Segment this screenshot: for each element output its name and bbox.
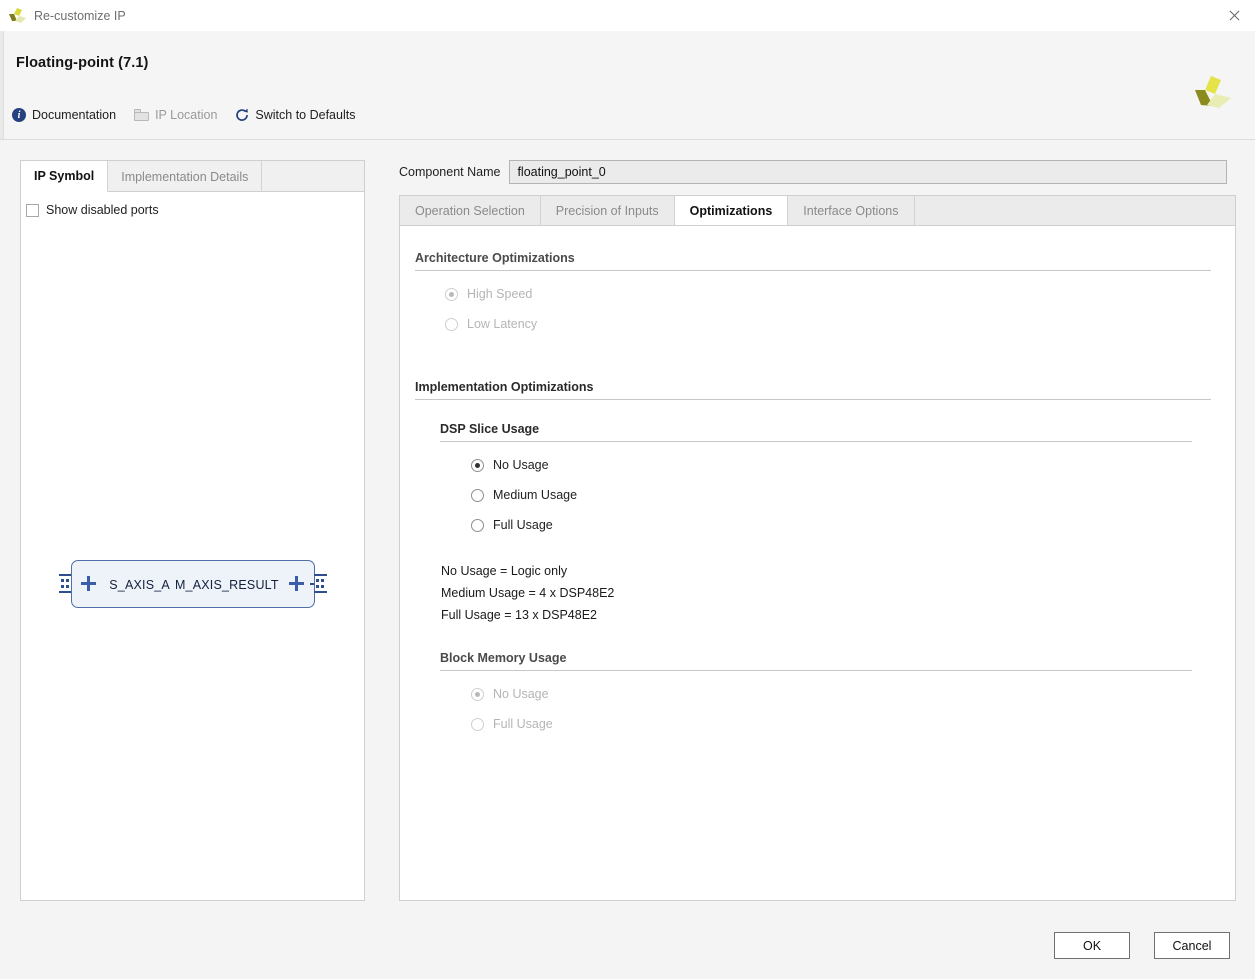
radio-dsp-no-usage-control[interactable] xyxy=(471,458,484,472)
tab-optimizations[interactable]: Optimizations xyxy=(674,196,789,226)
ip-header: Floating-point (7.1) i Documentation IP … xyxy=(0,31,1255,140)
configuration-tab-bar: Operation Selection Precision of Inputs … xyxy=(399,195,1236,226)
radio-bram-no-usage-label: No Usage xyxy=(493,687,549,701)
radio-high-speed[interactable]: High Speed xyxy=(445,287,532,301)
radio-low-latency-control[interactable] xyxy=(445,317,458,331)
implementation-section-rule xyxy=(415,399,1211,400)
ip-block-body: S_AXIS_A M_AXIS_RESULT xyxy=(71,560,315,608)
radio-high-speed-control[interactable] xyxy=(445,287,458,301)
ip-block-symbol: S_AXIS_A M_AXIS_RESULT xyxy=(57,560,329,608)
show-disabled-ports-row[interactable]: Show disabled ports xyxy=(26,203,159,217)
bus-connector-icon-output xyxy=(314,574,327,594)
radio-dsp-medium-usage-label: Medium Usage xyxy=(493,488,578,502)
radio-high-speed-label: High Speed xyxy=(467,287,533,301)
tab-operation-selection[interactable]: Operation Selection xyxy=(400,196,541,226)
component-name-row: Component Name floating_point_0 xyxy=(399,160,1228,184)
cancel-button[interactable]: Cancel xyxy=(1154,932,1230,959)
ip-location-button[interactable]: IP Location xyxy=(134,108,217,122)
tab-ip-symbol[interactable]: IP Symbol xyxy=(21,161,109,192)
radio-dsp-full-usage-label: Full Usage xyxy=(493,518,553,532)
ip-toolbar: i Documentation IP Location Switch to De… xyxy=(12,108,373,122)
ok-button[interactable]: OK xyxy=(1054,932,1130,959)
tab-implementation-details[interactable]: Implementation Details xyxy=(108,161,263,192)
radio-dsp-no-usage[interactable]: No Usage xyxy=(471,458,549,472)
radio-low-latency[interactable]: Low Latency xyxy=(445,317,537,331)
dsp-note-no-usage: No Usage = Logic only xyxy=(441,564,568,578)
window-title: Re-customize IP xyxy=(34,8,126,23)
tab-precision-of-inputs-label: Precision of Inputs xyxy=(555,204,659,218)
documentation-button[interactable]: i Documentation xyxy=(12,108,116,122)
component-name-input[interactable]: floating_point_0 xyxy=(509,160,1228,184)
folder-icon xyxy=(134,109,150,121)
ip-location-label: IP Location xyxy=(155,108,218,122)
xilinx-logo-icon xyxy=(9,7,27,24)
tab-interface-options-label: Interface Options xyxy=(803,204,899,218)
plus-icon-input-port[interactable] xyxy=(81,576,96,591)
radio-dsp-full-usage-control[interactable] xyxy=(471,518,484,532)
refresh-icon xyxy=(235,108,249,122)
show-disabled-ports-checkbox[interactable] xyxy=(26,203,39,217)
radio-bram-full-usage-label: Full Usage xyxy=(493,717,553,731)
close-icon[interactable] xyxy=(1221,4,1247,26)
header-left-edge xyxy=(0,31,4,139)
radio-dsp-no-usage-label: No Usage xyxy=(493,458,549,472)
switch-to-defaults-label: Switch to Defaults xyxy=(255,108,356,122)
output-port-label: M_AXIS_RESULT xyxy=(174,578,279,592)
tab-operation-selection-label: Operation Selection xyxy=(415,204,525,218)
tab-optimizations-label: Optimizations xyxy=(689,204,773,218)
configuration-panel: Component Name floating_point_0 Operatio… xyxy=(399,160,1236,901)
architecture-optimizations-title: Architecture Optimizations xyxy=(415,251,583,265)
window-title-bar: Re-customize IP xyxy=(0,0,1255,32)
radio-bram-full-usage[interactable]: Full Usage xyxy=(471,717,553,731)
switch-to-defaults-button[interactable]: Switch to Defaults xyxy=(235,108,355,122)
page-title: Floating-point (7.1) xyxy=(16,55,149,71)
dsp-note-full-usage: Full Usage = 13 x DSP48E2 xyxy=(441,608,597,622)
radio-bram-no-usage[interactable]: No Usage xyxy=(471,687,549,701)
implementation-optimizations-title: Implementation Optimizations xyxy=(415,380,602,394)
xilinx-pinwheel-logo-icon xyxy=(1193,74,1233,114)
show-disabled-ports-label: Show disabled ports xyxy=(46,203,159,217)
tab-interface-options[interactable]: Interface Options xyxy=(788,196,915,226)
plus-icon-output-port[interactable] xyxy=(289,576,304,591)
radio-bram-no-usage-control[interactable] xyxy=(471,687,484,701)
radio-bram-full-usage-control[interactable] xyxy=(471,717,484,731)
tab-ip-symbol-label: IP Symbol xyxy=(34,169,95,183)
info-icon: i xyxy=(12,108,26,122)
ip-block-ports: S_AXIS_A M_AXIS_RESULT xyxy=(72,561,316,609)
radio-dsp-medium-usage-control[interactable] xyxy=(471,488,484,502)
ip-symbol-panel: IP Symbol Implementation Details Show di… xyxy=(20,160,365,901)
documentation-label: Documentation xyxy=(32,108,117,122)
input-port-label: S_AXIS_A xyxy=(109,578,170,592)
optimizations-tab-content: Architecture Optimizations High Speed Lo… xyxy=(399,225,1236,901)
component-name-label: Component Name xyxy=(399,165,501,179)
block-memory-section-rule xyxy=(440,670,1192,671)
dsp-slice-usage-title: DSP Slice Usage xyxy=(440,422,548,436)
dialog-footer: OK Cancel xyxy=(0,902,1255,979)
radio-low-latency-label: Low Latency xyxy=(467,317,538,331)
radio-dsp-full-usage[interactable]: Full Usage xyxy=(471,518,553,532)
dsp-section-rule xyxy=(440,441,1192,442)
ip-symbol-canvas: Show disabled ports S_AXIS_A M_AXIS_RESU… xyxy=(21,192,364,900)
tab-precision-of-inputs[interactable]: Precision of Inputs xyxy=(541,196,675,226)
tab-implementation-details-label: Implementation Details xyxy=(121,169,249,184)
radio-dsp-medium-usage[interactable]: Medium Usage xyxy=(471,488,577,502)
block-memory-usage-title: Block Memory Usage xyxy=(440,651,575,665)
dsp-note-medium-usage: Medium Usage = 4 x DSP48E2 xyxy=(441,586,615,600)
left-panel-tab-bar: IP Symbol Implementation Details xyxy=(21,161,364,192)
architecture-section-rule xyxy=(415,270,1211,271)
